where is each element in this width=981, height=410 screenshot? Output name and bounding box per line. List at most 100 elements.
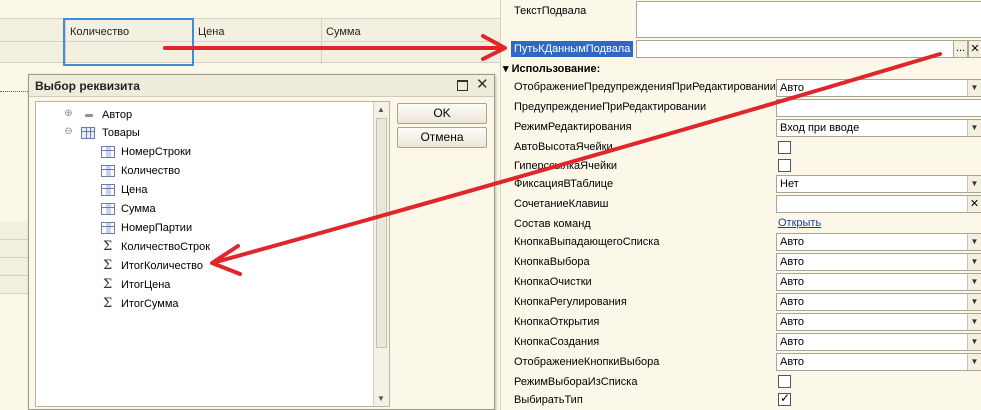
select-value: Нет <box>780 178 799 190</box>
edit-mode-select[interactable]: Вход при вводе ▼ <box>776 119 981 137</box>
dropdown-button-select[interactable]: Авто ▼ <box>776 233 981 251</box>
auto-height-checkbox[interactable] <box>778 141 791 154</box>
tree-item-column[interactable]: НомерПартии <box>36 219 376 237</box>
close-icon[interactable]: ✕ <box>967 196 981 212</box>
attribute-tree: ⊕ Автор ⊖ Товары НомерСтроки Количество … <box>35 101 390 407</box>
prop-label: Состав команд <box>514 218 591 230</box>
path-select-button[interactable]: ... <box>953 40 968 58</box>
column-icon <box>101 222 115 234</box>
tree-item-goods[interactable]: ⊖ Товары <box>36 124 376 142</box>
tree-item-column[interactable]: Цена <box>36 181 376 199</box>
collapse-minus-icon[interactable]: ⊖ <box>64 127 73 137</box>
column-header-tsena[interactable]: Цена <box>193 19 321 64</box>
prop-label: ФиксацияВТаблице <box>514 178 614 190</box>
select-value: Авто <box>780 336 804 348</box>
path-clear-button[interactable]: ✕ <box>968 40 981 58</box>
column-header-summa[interactable]: Сумма <box>321 19 500 64</box>
select-value: Авто <box>780 276 804 288</box>
chevron-down-icon[interactable]: ▼ <box>967 234 981 250</box>
prop-label: СочетаниеКлавиш <box>514 198 609 210</box>
column-header-label: Сумма <box>326 26 361 38</box>
prop-label: КнопкаВыпадающегоСписка <box>514 236 660 248</box>
fix-in-table-select[interactable]: Нет ▼ <box>776 175 981 193</box>
tree-item-label: НомерСтроки <box>121 146 192 158</box>
open-button-select[interactable]: Авто ▼ <box>776 313 981 331</box>
chevron-down-icon[interactable]: ▼ <box>967 80 981 96</box>
prop-label: ОтображениеКнопкиВыбора <box>514 356 660 368</box>
edit-warning-field[interactable] <box>776 99 981 117</box>
prop-label-footer-text: ТекстПодвала <box>514 5 587 17</box>
background-table-rows <box>0 222 30 312</box>
select-attribute-dialog: Выбор реквизита ✕ ⊕ Автор ⊖ Товары Номер… <box>28 74 495 410</box>
choice-button-display-select[interactable]: Авто ▼ <box>776 353 981 371</box>
chevron-down-icon[interactable]: ▼ <box>967 176 981 192</box>
tree-item-total[interactable]: Σ ИтогСумма <box>36 295 376 313</box>
section-usage-label: Использование: <box>511 63 601 75</box>
chevron-down-icon[interactable]: ▼ <box>967 314 981 330</box>
adjust-button-select[interactable]: Авто ▼ <box>776 293 981 311</box>
choice-button-select[interactable]: Авто ▼ <box>776 253 981 271</box>
close-icon[interactable]: ✕ <box>476 76 489 94</box>
select-value: Авто <box>780 296 804 308</box>
tree-item-column[interactable]: Количество <box>36 162 376 180</box>
edit-warning-display-select[interactable]: Авто ▼ <box>776 79 981 97</box>
prop-label-footer-path-selected[interactable]: ПутьКДаннымПодвала <box>511 41 634 57</box>
tree-item-total[interactable]: Σ КоличествоСтрок <box>36 238 376 256</box>
chevron-down-icon[interactable]: ▼ <box>967 120 981 136</box>
column-icon <box>101 203 115 215</box>
tree-item-column[interactable]: Сумма <box>36 200 376 218</box>
choose-type-checkbox[interactable] <box>778 391 791 406</box>
prop-label: АвтоВысотаЯчейки <box>514 141 613 153</box>
highlight-frame <box>63 18 194 66</box>
prop-label: КнопкаОчистки <box>514 276 592 288</box>
maximize-icon[interactable] <box>457 80 468 91</box>
scroll-down-icon[interactable]: ▼ <box>377 394 385 403</box>
create-button-select[interactable]: Авто ▼ <box>776 333 981 351</box>
prop-label: ПредупреждениеПриРедактировании <box>514 101 707 113</box>
tree-item-label: ИтогСумма <box>121 298 179 310</box>
chevron-down-icon[interactable]: ▼ <box>967 354 981 370</box>
prop-label: КнопкаОткрытия <box>514 316 600 328</box>
attribute-icon <box>85 114 93 117</box>
column-icon <box>101 165 115 177</box>
table-row <box>0 240 30 258</box>
prop-label: КнопкаВыбора <box>514 256 590 268</box>
chevron-down-icon[interactable]: ▼ <box>967 294 981 310</box>
cancel-button[interactable]: Отмена <box>397 127 487 148</box>
commands-open-link[interactable]: Открыть <box>778 217 821 229</box>
table-row <box>0 276 30 294</box>
ok-button[interactable]: OK <box>397 103 487 124</box>
table-icon <box>81 127 95 139</box>
table-row <box>0 258 30 276</box>
footer-text-field[interactable] <box>636 1 981 38</box>
chevron-down-icon[interactable]: ▼ <box>967 334 981 350</box>
tree-item-label: Цена <box>121 184 148 196</box>
prop-label: РежимРедактирования <box>514 121 632 133</box>
shortcut-field[interactable]: ✕ <box>776 195 981 213</box>
expand-plus-icon[interactable]: ⊕ <box>64 109 73 119</box>
clear-button-select[interactable]: Авто ▼ <box>776 273 981 291</box>
dotted-divider <box>0 91 30 92</box>
choice-from-list-checkbox[interactable] <box>778 375 791 388</box>
chevron-down-icon[interactable]: ▼ <box>967 254 981 270</box>
scroll-up-icon[interactable]: ▲ <box>377 105 385 114</box>
dialog-titlebar[interactable]: Выбор реквизита ✕ <box>29 75 494 97</box>
footer-path-input[interactable] <box>636 40 954 58</box>
tree-item-author[interactable]: ⊕ Автор <box>36 106 376 124</box>
chevron-down-icon[interactable]: ▼ <box>967 274 981 290</box>
prop-label: КнопкаСоздания <box>514 336 600 348</box>
select-value: Авто <box>780 236 804 248</box>
tree-item-column[interactable]: НомерСтроки <box>36 143 376 161</box>
scrollbar-thumb[interactable] <box>376 118 387 348</box>
tree-item-label: Товары <box>102 127 140 139</box>
column-header-label: Цена <box>198 26 225 38</box>
tree-scrollbar[interactable]: ▲ ▼ <box>373 102 389 406</box>
collapse-triangle-icon: ▾ <box>503 63 509 75</box>
column-icon <box>101 184 115 196</box>
prop-label: КнопкаРегулирования <box>514 296 627 308</box>
hyperlink-checkbox[interactable] <box>778 159 791 172</box>
tree-item-total[interactable]: Σ ИтогКоличество <box>36 257 376 275</box>
tree-item-total[interactable]: Σ ИтогЦена <box>36 276 376 294</box>
section-usage-header[interactable]: ▾ Использование: <box>503 62 600 75</box>
sigma-icon: Σ <box>103 258 113 273</box>
